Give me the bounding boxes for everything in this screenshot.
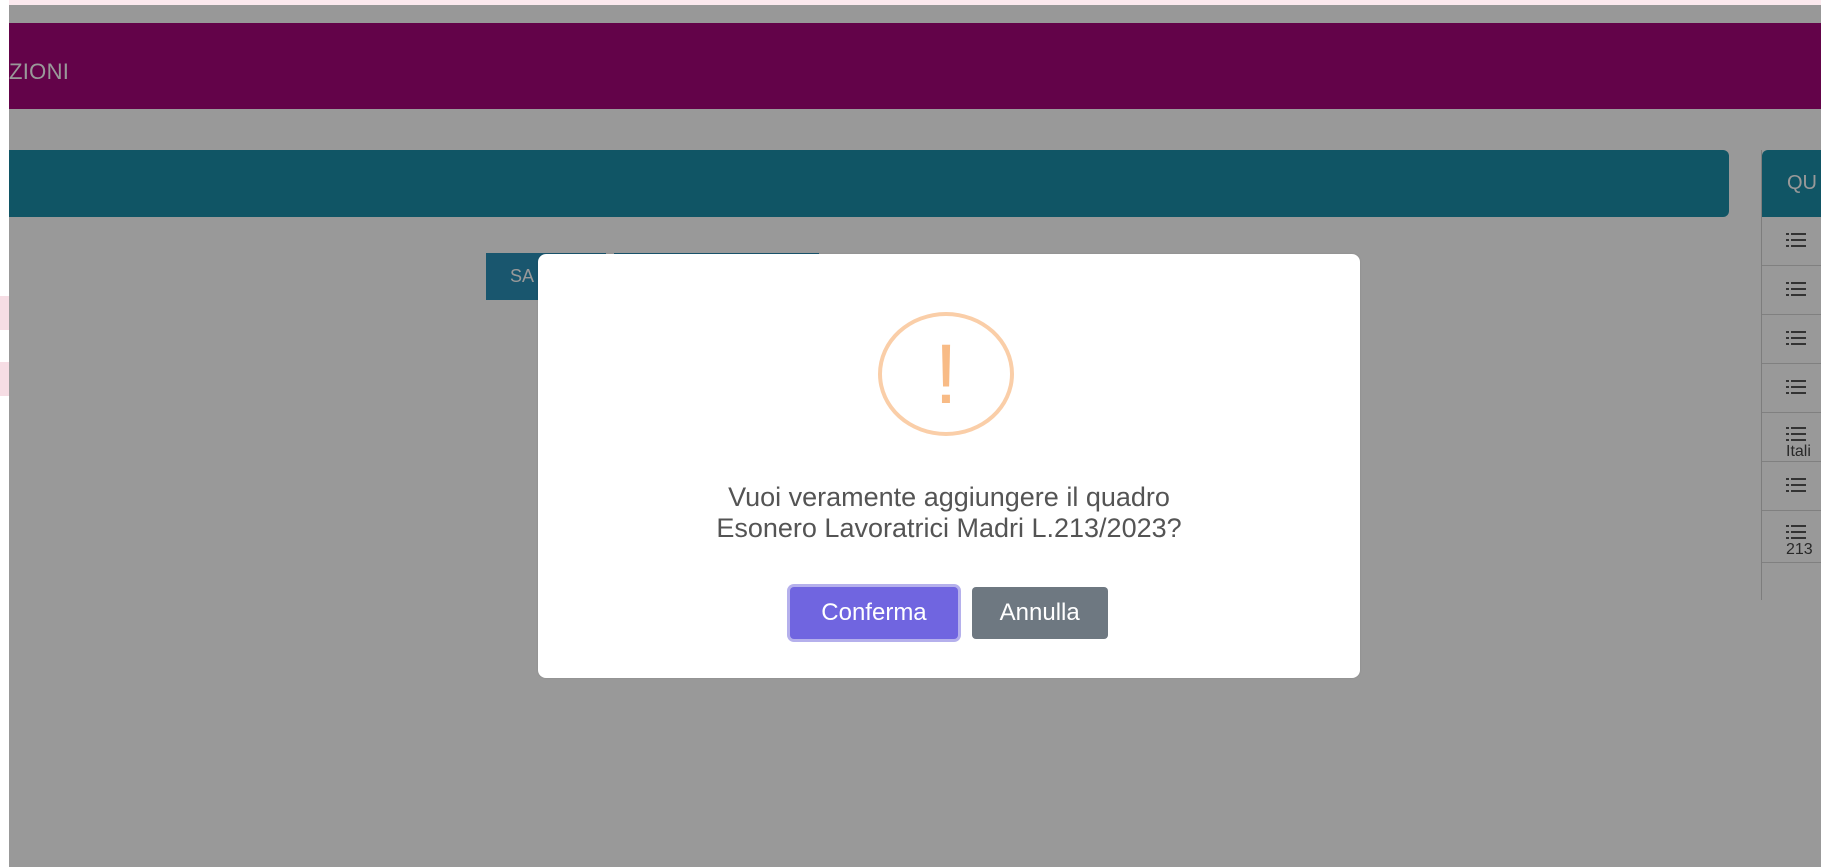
screen: ZIONI SA QU Itali 213 ! Vuoi veramente a…: [0, 0, 1821, 867]
warning-icon: !: [878, 312, 1014, 436]
gutter-decoration: [0, 362, 9, 396]
cancel-button[interactable]: Annulla: [971, 587, 1108, 639]
warning-icon-glyph: !: [934, 327, 958, 421]
confirm-button[interactable]: Conferma: [790, 587, 958, 639]
left-gutter: [0, 0, 9, 867]
confirm-dialog: ! Vuoi veramente aggiungere il quadro Es…: [538, 254, 1360, 678]
dialog-message-line1: Vuoi veramente aggiungere il quadro: [728, 482, 1170, 512]
gutter-decoration: [0, 296, 9, 330]
dialog-message-line2: Esonero Lavoratrici Madri L.213/2023?: [716, 513, 1182, 543]
dialog-actions: Conferma Annulla: [538, 587, 1360, 639]
dialog-message: Vuoi veramente aggiungere il quadro Eson…: [538, 482, 1360, 544]
